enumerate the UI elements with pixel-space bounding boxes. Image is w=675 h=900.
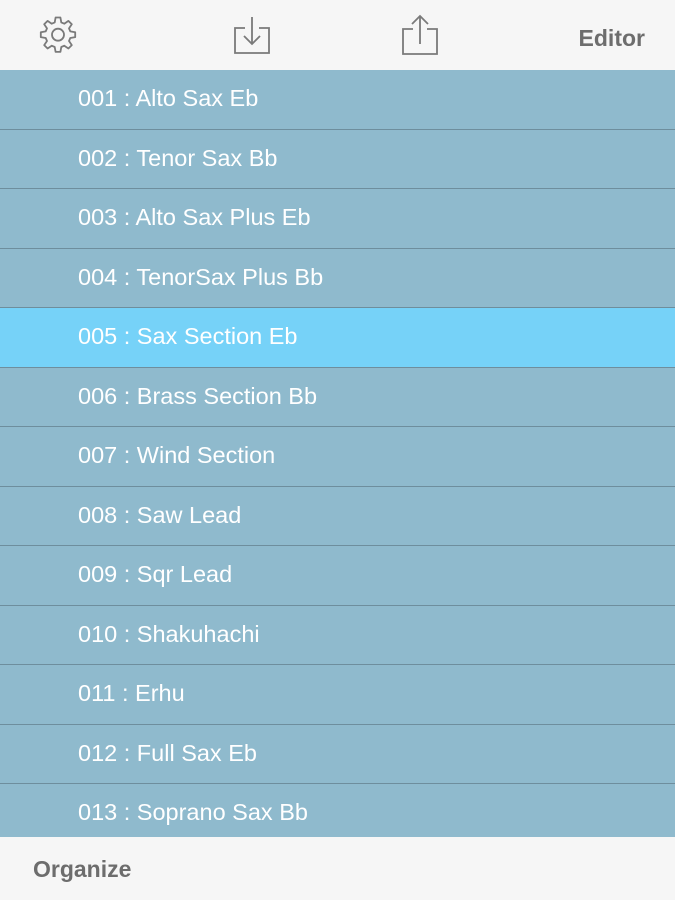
list-item[interactable]: 008 : Saw Lead <box>0 486 675 546</box>
list-item-label: 010 : Shakuhachi <box>78 620 260 647</box>
list-item-label: 009 : Sqr Lead <box>78 561 233 587</box>
top-toolbar: Editor <box>0 0 675 70</box>
list-item[interactable]: 009 : Sqr Lead <box>0 546 675 606</box>
list-item[interactable]: 001 : Alto Sax Eb <box>0 70 675 130</box>
list-item[interactable]: 011 : Erhu <box>0 665 675 725</box>
list-item-label: 003 : Alto Sax Plus Eb <box>78 204 311 230</box>
list-item-selected[interactable]: 005 : Sax Section Eb <box>0 308 675 368</box>
gear-icon <box>37 14 79 56</box>
list-item[interactable]: 006 : Brass Section Bb <box>0 367 675 427</box>
list-item[interactable]: 012 : Full Sax Eb <box>0 724 675 784</box>
import-button[interactable] <box>224 0 280 70</box>
app-window: Editor 001 : Alto Sax Eb 002 : Tenor Sax … <box>0 0 675 900</box>
list-item-label: 011 : Erhu <box>78 680 185 706</box>
list-item-label: 006 : Brass Section Bb <box>78 382 318 409</box>
list-item[interactable]: 010 : Shakuhachi <box>0 605 675 665</box>
settings-button[interactable] <box>30 0 86 70</box>
list-item[interactable]: 004 : TenorSax Plus Bb <box>0 248 675 308</box>
export-button[interactable] <box>392 0 448 70</box>
list-item-label: 002 : Tenor Sax Bb <box>78 144 278 171</box>
list-item-label: 005 : Sax Section Eb <box>78 323 298 349</box>
list-item[interactable]: 013 : Soprano Sax Bb <box>0 784 675 837</box>
list-item-label: 007 : Wind Section <box>78 442 276 468</box>
editor-button[interactable]: Editor <box>579 0 645 70</box>
preset-list[interactable]: 001 : Alto Sax Eb 002 : Tenor Sax Bb 003 :… <box>0 70 675 837</box>
list-item[interactable]: 003 : Alto Sax Plus Eb <box>0 189 675 249</box>
download-icon <box>232 14 272 56</box>
list-item-label: 004 : TenorSax Plus Bb <box>78 263 324 290</box>
bottom-toolbar: Organize <box>0 837 675 900</box>
list-item-label: 008 : Saw Lead <box>78 501 242 528</box>
share-icon <box>400 13 440 57</box>
list-item-label: 001 : Alto Sax Eb <box>78 85 259 111</box>
list-item-label: 013 : Soprano Sax Bb <box>78 799 308 825</box>
list-item-label: 012 : Full Sax Eb <box>78 739 257 766</box>
organize-button[interactable]: Organize <box>33 837 131 900</box>
list-item[interactable]: 007 : Wind Section <box>0 427 675 487</box>
list-item[interactable]: 002 : Tenor Sax Bb <box>0 129 675 189</box>
